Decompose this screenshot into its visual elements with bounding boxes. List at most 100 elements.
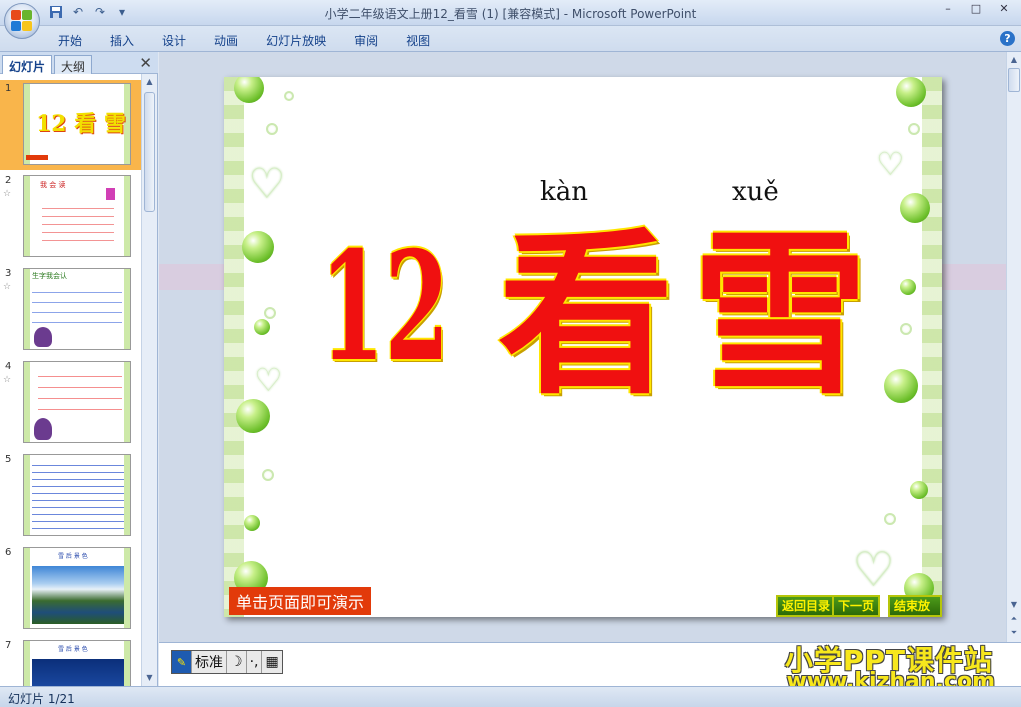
thumbnail-badge bbox=[106, 188, 115, 200]
tab-slides[interactable]: 幻灯片 bbox=[2, 55, 53, 74]
slide-thumbnail[interactable]: 6 雪 后 景 色 bbox=[0, 544, 142, 634]
tab-slideshow[interactable]: 幻灯片放映 bbox=[252, 32, 340, 49]
animation-star-icon: ☆ bbox=[3, 375, 12, 385]
slide-thumbnail[interactable]: 5 bbox=[0, 451, 142, 541]
bubble-decoration bbox=[884, 369, 918, 403]
thumbnail-figure bbox=[34, 327, 52, 347]
slide-thumbnail[interactable]: 1 12 看 雪 bbox=[0, 80, 142, 170]
bubble-decoration bbox=[234, 77, 264, 103]
office-button[interactable] bbox=[4, 3, 40, 39]
window-controls: – □ ✕ bbox=[939, 2, 1013, 15]
title-char-kan: 看 bbox=[498, 211, 675, 418]
slide-editing-area: ♡ ♡ ♡ ♡ kàn xuě 12 看 雪 单击页面即可演示 返回目录 下一页… bbox=[159, 52, 1006, 642]
scroll-thumb[interactable] bbox=[144, 92, 155, 212]
thumbnail-image: 雪 后 景 色 bbox=[23, 640, 131, 686]
slides-panel: 幻灯片 大纲 ✕ 1 12 看 雪 2 ☆ 我 会 读 3 ☆ 生字我会认 4 … bbox=[0, 52, 158, 686]
end-show-button[interactable]: 结束放映 bbox=[888, 595, 942, 617]
click-to-play-hint: 单击页面即可演示 bbox=[229, 587, 372, 615]
thumbnail-image bbox=[23, 361, 131, 443]
office-logo-icon bbox=[11, 10, 33, 32]
thumbnail-heading: 生字我会认 bbox=[32, 272, 67, 280]
bubble-decoration bbox=[900, 193, 930, 223]
thumbnail-number: 3 bbox=[5, 268, 12, 279]
slide-thumbnail[interactable]: 7 雪 后 景 色 bbox=[0, 637, 142, 686]
slide-thumbnail[interactable]: 3 ☆ 生字我会认 bbox=[0, 265, 142, 355]
minimize-button[interactable]: – bbox=[939, 2, 957, 15]
thumbnail-heading: 我 会 读 bbox=[40, 181, 66, 189]
moon-icon[interactable]: ☽ bbox=[227, 651, 247, 673]
pinyin-xue: xuě bbox=[732, 177, 779, 207]
ring-decoration bbox=[264, 307, 276, 319]
bubble-decoration bbox=[900, 279, 916, 295]
close-icon[interactable]: ✕ bbox=[139, 54, 152, 72]
slide-thumbnail[interactable]: 2 ☆ 我 会 读 bbox=[0, 172, 142, 262]
thumbnail-image: 生字我会认 bbox=[23, 268, 131, 350]
thumbnail-title: 12 看 雪 bbox=[36, 111, 126, 137]
status-bar: 幻灯片 1/21 bbox=[0, 686, 1021, 707]
slide-canvas[interactable]: ♡ ♡ ♡ ♡ kàn xuě 12 看 雪 单击页面即可演示 返回目录 下一页… bbox=[224, 77, 942, 617]
tab-review[interactable]: 审阅 bbox=[340, 32, 392, 49]
thumbnail-image: 雪 后 景 色 bbox=[23, 547, 131, 629]
previous-slide-icon[interactable]: ⏶ bbox=[1007, 612, 1021, 626]
next-slide-icon[interactable]: ⏷ bbox=[1007, 626, 1021, 640]
tab-view[interactable]: 视图 bbox=[392, 32, 444, 49]
help-icon[interactable]: ? bbox=[1000, 31, 1015, 46]
ring-decoration bbox=[908, 123, 920, 135]
thumbnail-number: 7 bbox=[5, 640, 12, 651]
back-to-contents-button[interactable]: 返回目录 bbox=[776, 595, 837, 617]
thumbnail-number: 1 bbox=[5, 83, 12, 94]
tab-insert[interactable]: 插入 bbox=[96, 32, 148, 49]
tab-animations[interactable]: 动画 bbox=[200, 32, 252, 49]
next-page-button[interactable]: 下一页 bbox=[832, 595, 881, 617]
heart-decoration: ♡ bbox=[876, 145, 905, 183]
slide-nav-arrows: ▼ ⏶ ⏷ bbox=[1007, 598, 1021, 640]
thumbnail-lines bbox=[42, 204, 114, 246]
bubble-decoration bbox=[910, 481, 928, 499]
scroll-down-icon[interactable]: ▼ bbox=[142, 670, 157, 686]
slide-thumbnail[interactable]: 4 ☆ bbox=[0, 358, 142, 448]
scroll-down-icon[interactable]: ▼ bbox=[1007, 598, 1021, 612]
keyboard-icon[interactable]: ▦ bbox=[262, 651, 281, 673]
bubble-decoration bbox=[254, 319, 270, 335]
left-border-decoration bbox=[224, 77, 244, 617]
slide-scrollbar[interactable]: ▲ ▼ ⏶ ⏷ bbox=[1006, 52, 1021, 642]
notes-pane[interactable]: ✎ 标准 ☽ ·, ▦ 小学PPT课件站 www.kjzhan.com bbox=[159, 642, 1021, 694]
punctuation-icon[interactable]: ·, bbox=[247, 651, 263, 673]
tab-outline[interactable]: 大纲 bbox=[54, 55, 93, 74]
thumbnail-figure bbox=[34, 418, 52, 440]
close-button[interactable]: ✕ bbox=[995, 2, 1013, 15]
panel-tabs: 幻灯片 大纲 ✕ bbox=[0, 52, 158, 74]
restore-button[interactable]: □ bbox=[967, 2, 985, 15]
thumbnail-number: 4 bbox=[5, 361, 12, 372]
scroll-thumb[interactable] bbox=[1008, 68, 1020, 92]
thumbnail-number: 6 bbox=[5, 547, 12, 558]
tab-design[interactable]: 设计 bbox=[148, 32, 200, 49]
title-char-xue: 雪 bbox=[692, 211, 869, 418]
ring-decoration bbox=[266, 123, 278, 135]
animation-star-icon: ☆ bbox=[3, 282, 12, 292]
thumbnail-number: 2 bbox=[5, 175, 12, 186]
thumbnail-hint bbox=[26, 155, 48, 160]
scroll-up-icon[interactable]: ▲ bbox=[1007, 52, 1021, 67]
thumbnail-photo bbox=[32, 659, 124, 686]
bubble-decoration bbox=[896, 77, 926, 107]
scroll-up-icon[interactable]: ▲ bbox=[142, 74, 157, 90]
ring-decoration bbox=[284, 91, 294, 101]
thumbnail-lines bbox=[32, 287, 122, 327]
thumbnail-lines bbox=[38, 370, 122, 414]
bubble-decoration bbox=[242, 231, 274, 263]
thumbnail-lines bbox=[32, 461, 124, 531]
thumbnail-image: 12 看 雪 bbox=[23, 83, 131, 165]
heart-decoration: ♡ bbox=[254, 361, 283, 399]
tab-home[interactable]: 开始 bbox=[44, 32, 96, 49]
thumbnail-image: 我 会 读 bbox=[23, 175, 131, 257]
ribbon: 开始 插入 设计 动画 幻灯片放映 审阅 视图 ? bbox=[0, 26, 1021, 52]
thumbnail-list: 1 12 看 雪 2 ☆ 我 会 读 3 ☆ 生字我会认 4 ☆ 5 6 雪 后… bbox=[0, 74, 142, 686]
right-border-decoration bbox=[922, 77, 942, 617]
ime-logo-icon[interactable]: ✎ bbox=[172, 651, 192, 673]
bubble-decoration bbox=[236, 399, 270, 433]
thumbnail-heading: 雪 后 景 色 bbox=[58, 553, 88, 560]
lesson-number: 12 bbox=[320, 219, 450, 395]
thumbnail-scrollbar[interactable]: ▲ ▼ bbox=[141, 74, 157, 686]
ime-mode-label[interactable]: 标准 bbox=[192, 651, 227, 673]
